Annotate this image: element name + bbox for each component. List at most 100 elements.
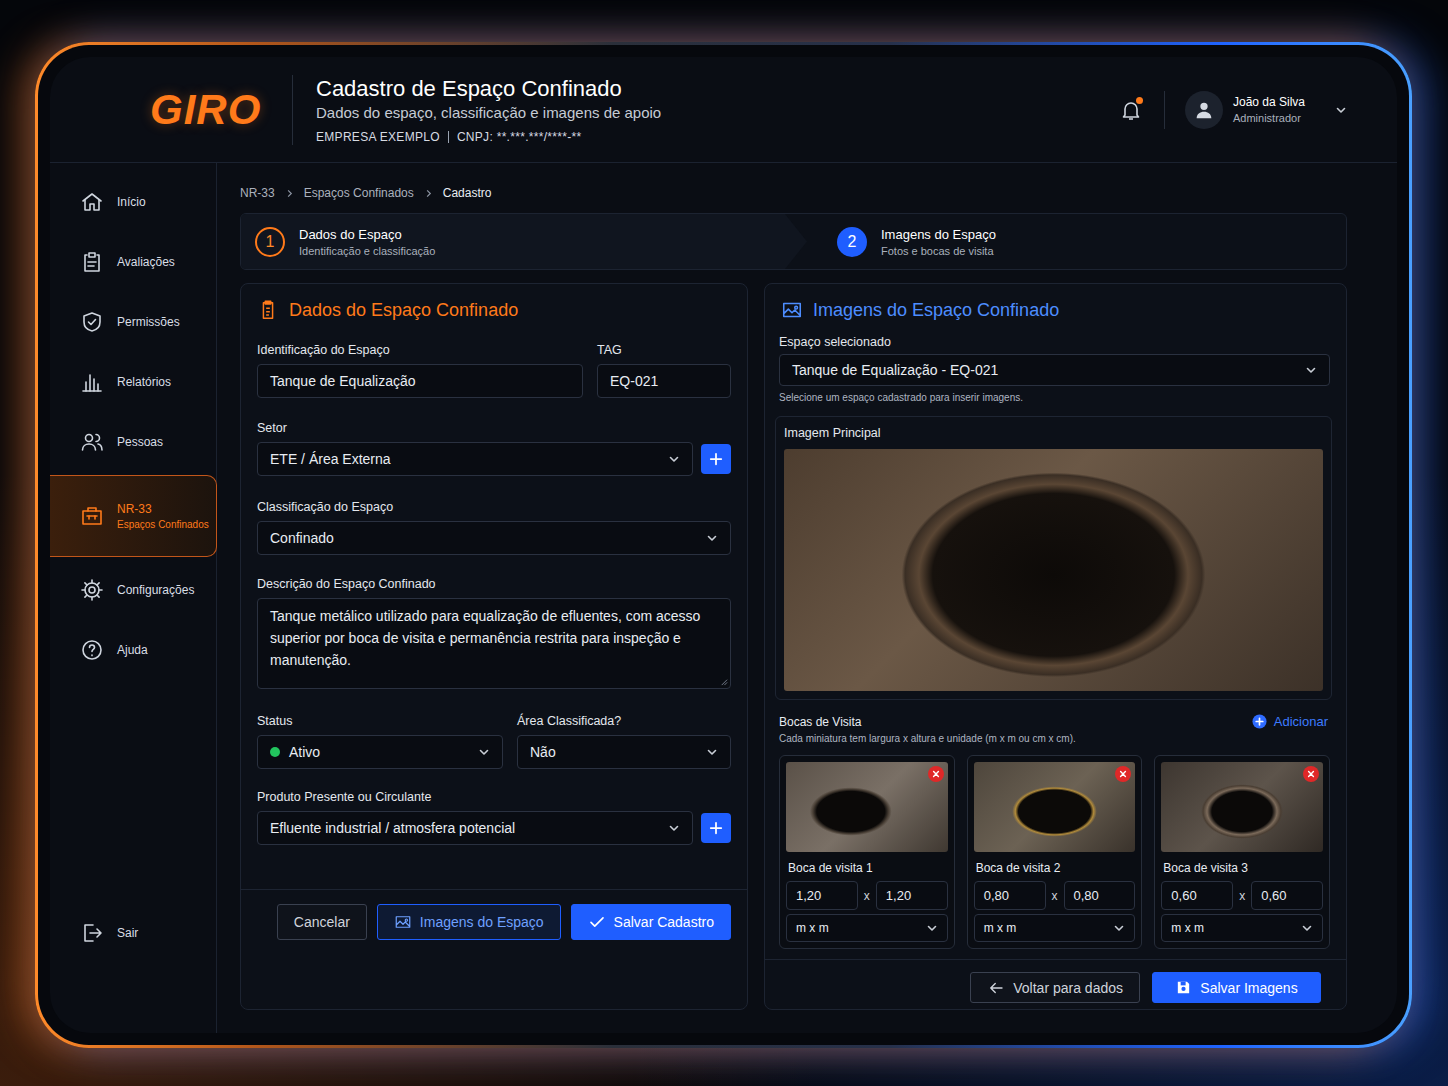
classified-area-select[interactable]: Não (517, 735, 731, 769)
sidebar-item[interactable]: Permissões (50, 292, 216, 352)
height-input[interactable]: 0,80 (1064, 881, 1136, 910)
unit-select[interactable]: m x m (1161, 914, 1323, 942)
chevron-right-icon (424, 189, 433, 198)
sidebar-item[interactable]: Avaliações (50, 232, 216, 292)
sidebar-item-sub: Espaços Confinados (117, 519, 209, 530)
sidebar-item[interactable]: Pessoas (50, 412, 216, 472)
height-input[interactable]: 1,20 (876, 881, 948, 910)
selected-space-select[interactable]: Tanque de Equalização - EQ-021 (779, 354, 1330, 386)
manhole-name: Boca de visita 2 (974, 860, 1136, 876)
breadcrumb-item[interactable]: Espaços Confinados (304, 186, 414, 200)
save-icon (1175, 979, 1192, 996)
step[interactable]: 1 Dados do Espaço Identificação e classi… (241, 214, 807, 269)
manhole-thumbnail[interactable] (786, 762, 948, 852)
hint: Cada miniatura tem largura x altura e un… (779, 733, 1330, 745)
chevron-down-icon (1113, 922, 1125, 934)
stepper: 1 Dados do Espaço Identificação e classi… (240, 213, 1347, 270)
save-images-button[interactable]: Salvar Imagens (1152, 972, 1321, 1003)
step-number: 1 (255, 227, 285, 257)
device-bezel: GIRO Cadastro de Espaço Confinado Dados … (38, 45, 1409, 1045)
user-menu[interactable]: João da Silva Administrador (1185, 91, 1347, 129)
sidebar-item[interactable]: Configurações (50, 560, 216, 620)
user-info: João da Silva Administrador (1233, 95, 1305, 124)
header: GIRO Cadastro de Espaço Confinado Dados … (50, 57, 1397, 163)
arrow-left-icon (987, 979, 1005, 997)
main-image-card: Imagem Principal (775, 416, 1332, 700)
manhole-thumbnail[interactable] (974, 762, 1136, 852)
sidebar-item[interactable]: Ajuda (50, 620, 216, 680)
step-text: Dados do Espaço Identificação e classifi… (299, 227, 435, 257)
dimensions: 0,60 x 0,60 (1161, 881, 1323, 910)
logo-area: GIRO (50, 75, 293, 145)
shield-icon (80, 310, 104, 334)
add-manhole-button[interactable]: Adicionar (1252, 714, 1328, 729)
sidebar-item[interactable]: Início (50, 172, 216, 232)
panel-title: Imagens do Espaço Confinado (779, 300, 1330, 320)
sidebar-item-label: Relatórios (117, 375, 171, 389)
logo[interactable]: GIRO (150, 86, 261, 134)
confined-space-icon (80, 504, 104, 528)
tag-input[interactable]: EQ-021 (597, 364, 731, 398)
sidebar-item-label: NR-33 Espaços Confinados (117, 502, 209, 530)
width-input[interactable]: 1,20 (786, 881, 858, 910)
images-footer: Voltar para dados Salvar Imagens (765, 959, 1346, 1003)
panel-title: Dados do Espaço Confinado (257, 300, 731, 320)
classification-select[interactable]: Confinado (257, 521, 731, 555)
device-frame: GIRO Cadastro de Espaço Confinado Dados … (35, 42, 1412, 1048)
sector-select[interactable]: ETE / Área Externa (257, 442, 693, 476)
status-dot (270, 747, 280, 757)
hint: Selecione um espaço cadastrado para inse… (779, 392, 1330, 404)
chevron-down-icon (926, 922, 938, 934)
chevron-down-icon (706, 532, 718, 544)
remove-button[interactable] (1115, 766, 1131, 782)
sidebar-item-label: Permissões (117, 315, 180, 329)
height-input[interactable]: 0,60 (1251, 881, 1323, 910)
page-title: Cadastro de Espaço Confinado (316, 76, 1118, 102)
identification-input[interactable]: Tanque de Equalização (257, 364, 583, 398)
product-select[interactable]: Efluente industrial / atmosfera potencia… (257, 811, 693, 845)
images-button[interactable]: Imagens do Espaço (377, 904, 561, 940)
image-icon (781, 299, 803, 321)
manholes-header: Bocas de Visita Adicionar (779, 714, 1330, 729)
unit-select[interactable]: m x m (974, 914, 1136, 942)
unit-select[interactable]: m x m (786, 914, 948, 942)
sidebar-item[interactable]: Relatórios (50, 352, 216, 412)
logout-label: Sair (117, 926, 138, 940)
image-icon (394, 913, 412, 931)
manhole-name: Boca de visita 3 (1161, 860, 1323, 876)
breadcrumb-item[interactable]: NR-33 (240, 186, 275, 200)
classified-area-field: Área Classificada? Não (517, 713, 731, 769)
gear-icon (80, 578, 104, 602)
add-button[interactable] (701, 813, 731, 843)
sector-field: Setor ETE / Área Externa (257, 420, 731, 476)
step-number: 2 (837, 227, 867, 257)
sidebar-item-label: Avaliações (117, 255, 175, 269)
breadcrumb-item[interactable]: Cadastro (443, 186, 492, 200)
people-icon (80, 430, 104, 454)
description-textarea[interactable]: Tanque metálico utilizado para equalizaç… (257, 598, 731, 689)
panels: Dados do Espaço Confinado Identificação … (240, 283, 1347, 1008)
status-select[interactable]: Ativo (257, 735, 503, 769)
back-button[interactable]: Voltar para dados (970, 972, 1140, 1003)
page: GIRO Cadastro de Espaço Confinado Dados … (0, 0, 1448, 1086)
chevron-down-icon (706, 746, 718, 758)
chevron-down-icon (1305, 364, 1317, 376)
add-button[interactable] (701, 444, 731, 474)
user-role: Administrador (1233, 112, 1305, 124)
width-input[interactable]: 0,60 (1161, 881, 1233, 910)
notifications-button[interactable] (1118, 97, 1144, 123)
title-block: Cadastro de Espaço Confinado Dados do es… (293, 76, 1118, 144)
manhole-thumbnail[interactable] (1161, 762, 1323, 852)
remove-button[interactable] (928, 766, 944, 782)
step[interactable]: 2 Imagens do Espaço Fotos e bocas de vis… (807, 214, 996, 269)
cancel-button[interactable]: Cancelar (277, 904, 367, 940)
sidebar: Início Avaliações Permissões Relatórios … (50, 163, 217, 1033)
main-image[interactable] (784, 449, 1323, 691)
width-input[interactable]: 0,80 (974, 881, 1046, 910)
user-icon (1193, 99, 1215, 121)
save-button[interactable]: Salvar Cadastro (571, 904, 731, 940)
sidebar-item[interactable]: NR-33 Espaços Confinados (50, 475, 217, 557)
remove-button[interactable] (1303, 766, 1319, 782)
logout-icon (80, 921, 104, 945)
logout-item[interactable]: Sair (50, 903, 216, 963)
